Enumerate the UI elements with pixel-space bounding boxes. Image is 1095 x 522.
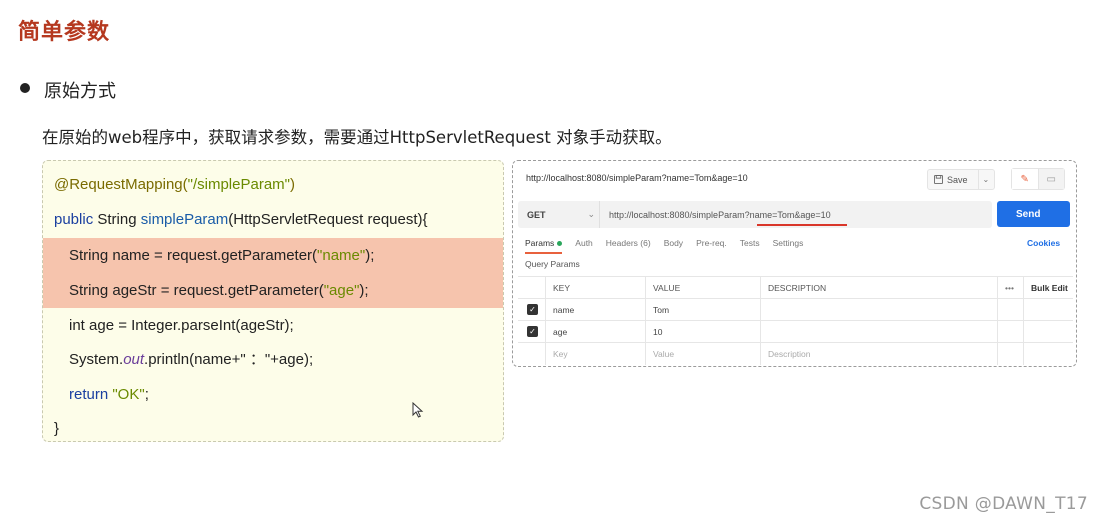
code-text: String ageStr = request.getParameter( bbox=[69, 282, 324, 299]
code-text: (HttpServletRequest request){ bbox=[228, 211, 428, 228]
value-placeholder[interactable]: Value bbox=[646, 343, 761, 365]
mouse-cursor-icon bbox=[412, 402, 424, 418]
table-row-placeholder: Key Value Description bbox=[518, 343, 1073, 365]
red-underline-annotation bbox=[757, 224, 847, 226]
edit-icon[interactable]: ✎ bbox=[1012, 169, 1039, 189]
watermark: CSDN @DAWN_T17 bbox=[919, 494, 1088, 514]
param-key[interactable]: age bbox=[546, 320, 646, 343]
tab-pre-request[interactable]: Pre-req. bbox=[696, 238, 727, 248]
code-keyword: return bbox=[69, 386, 109, 403]
column-header-key: KEY bbox=[546, 276, 646, 299]
code-string: "name" bbox=[317, 247, 366, 264]
checkmark-icon: ✓ bbox=[527, 326, 538, 337]
code-panel: @RequestMapping("/simpleParam") public S… bbox=[42, 160, 504, 442]
request-bar: GET ⌄ http://localhost:8080/simpleParam?… bbox=[518, 201, 992, 228]
more-options-icon[interactable]: ••• bbox=[998, 276, 1024, 299]
tab-auth[interactable]: Auth bbox=[575, 238, 593, 248]
params-table: KEY VALUE DESCRIPTION ••• Bulk Edit ✓ na… bbox=[518, 276, 1073, 365]
request-tabs: Params Auth Headers (6) Body Pre-req. Te… bbox=[525, 238, 804, 254]
header-checkbox-cell bbox=[518, 276, 546, 299]
method-select[interactable]: GET ⌄ bbox=[518, 201, 600, 228]
row-checkbox[interactable]: ✓ bbox=[518, 298, 546, 321]
code-paren: ) bbox=[289, 176, 295, 193]
code-text: ); bbox=[359, 282, 369, 299]
param-value[interactable]: 10 bbox=[646, 320, 761, 343]
code-line-parse: int age = Integer.parseInt(ageStr); bbox=[69, 317, 294, 334]
status-dot bbox=[557, 240, 563, 246]
cookies-link[interactable]: Cookies bbox=[1027, 238, 1060, 248]
code-line-signature: public String simpleParam(HttpServletReq… bbox=[43, 202, 503, 237]
empty-cell bbox=[998, 343, 1024, 365]
code-string: "OK" bbox=[108, 386, 145, 403]
code-text: ); bbox=[365, 247, 375, 264]
documentation-icon[interactable]: ▭ bbox=[1038, 169, 1064, 189]
view-toggle-group: ✎ ▭ bbox=[1011, 168, 1065, 190]
tab-body[interactable]: Body bbox=[664, 238, 683, 248]
param-value[interactable]: Tom bbox=[646, 298, 761, 321]
code-string: "/simpleParam" bbox=[187, 176, 290, 193]
code-line-return: return "OK"; bbox=[43, 377, 503, 412]
code-keyword: public bbox=[54, 211, 94, 228]
divider bbox=[977, 169, 979, 190]
code-method-name: simpleParam bbox=[140, 211, 229, 228]
checkmark-icon: ✓ bbox=[527, 304, 538, 315]
bullet-text: 原始方式 bbox=[44, 81, 116, 102]
tab-headers[interactable]: Headers (6) bbox=[606, 238, 651, 248]
code-line-get-name: String name = request.getParameter("name… bbox=[43, 238, 503, 273]
tab-tests[interactable]: Tests bbox=[740, 238, 760, 248]
code-text: ; bbox=[144, 386, 149, 403]
send-button[interactable]: Send ⌄ bbox=[997, 201, 1070, 227]
column-header-value: VALUE bbox=[646, 276, 761, 299]
postman-panel: http://localhost:8080/simpleParam?name=T… bbox=[512, 160, 1077, 367]
bulk-edit-link[interactable]: Bulk Edit bbox=[1024, 277, 1073, 299]
request-tab-url[interactable]: http://localhost:8080/simpleParam?name=T… bbox=[526, 173, 748, 183]
code-line-annotation: @RequestMapping("/simpleParam") bbox=[43, 167, 503, 202]
code-annotation: @RequestMapping( bbox=[54, 176, 188, 193]
query-params-heading: Query Params bbox=[525, 259, 580, 269]
column-header-description: DESCRIPTION bbox=[761, 276, 998, 299]
save-icon bbox=[934, 175, 943, 184]
chevron-down-icon[interactable]: ⌄ bbox=[983, 175, 990, 184]
code-line-println: System.out.println(name+" ："+age); bbox=[43, 342, 503, 377]
tab-label: Params bbox=[525, 238, 555, 248]
save-label: Save bbox=[947, 174, 968, 185]
chevron-down-icon: ⌄ bbox=[587, 209, 596, 219]
slide-title: 简单参数 bbox=[18, 20, 111, 45]
save-button[interactable]: Save ⌄ bbox=[927, 169, 995, 190]
empty-cell bbox=[518, 343, 546, 365]
code-text: String bbox=[93, 211, 141, 228]
code-text: .println(name+" ："+age); bbox=[144, 351, 314, 368]
param-key[interactable]: name bbox=[546, 298, 646, 321]
description-placeholder[interactable]: Description bbox=[761, 343, 998, 365]
row-checkbox[interactable]: ✓ bbox=[518, 320, 546, 343]
table-row: ✓ name Tom bbox=[518, 298, 1073, 321]
description-text: 在原始的web程序中，获取请求参数，需要通过HttpServletRequest… bbox=[42, 128, 672, 147]
bullet-dot bbox=[20, 83, 30, 93]
code-field: out bbox=[123, 351, 145, 368]
table-row: ✓ age 10 bbox=[518, 320, 1073, 343]
key-placeholder[interactable]: Key bbox=[546, 343, 646, 365]
tab-settings[interactable]: Settings bbox=[773, 238, 804, 248]
empty-cell bbox=[998, 320, 1024, 343]
empty-cell bbox=[1024, 299, 1073, 321]
empty-cell bbox=[998, 298, 1024, 321]
param-description[interactable] bbox=[761, 320, 998, 343]
empty-cell bbox=[1024, 321, 1073, 343]
tab-params[interactable]: Params bbox=[525, 238, 563, 254]
code-string: "age" bbox=[323, 282, 360, 299]
code-text: System. bbox=[69, 351, 124, 368]
send-label: Send bbox=[1016, 208, 1041, 220]
code-text: String name = request.getParameter( bbox=[69, 247, 318, 264]
code-line-get-age: String ageStr = request.getParameter("ag… bbox=[43, 273, 503, 308]
param-description[interactable] bbox=[761, 298, 998, 321]
code-line-close: } bbox=[54, 420, 60, 437]
empty-cell bbox=[1024, 343, 1073, 365]
table-header-row: KEY VALUE DESCRIPTION ••• Bulk Edit bbox=[518, 276, 1073, 299]
url-input[interactable]: http://localhost:8080/simpleParam?name=T… bbox=[600, 210, 831, 220]
method-label: GET bbox=[527, 209, 546, 220]
